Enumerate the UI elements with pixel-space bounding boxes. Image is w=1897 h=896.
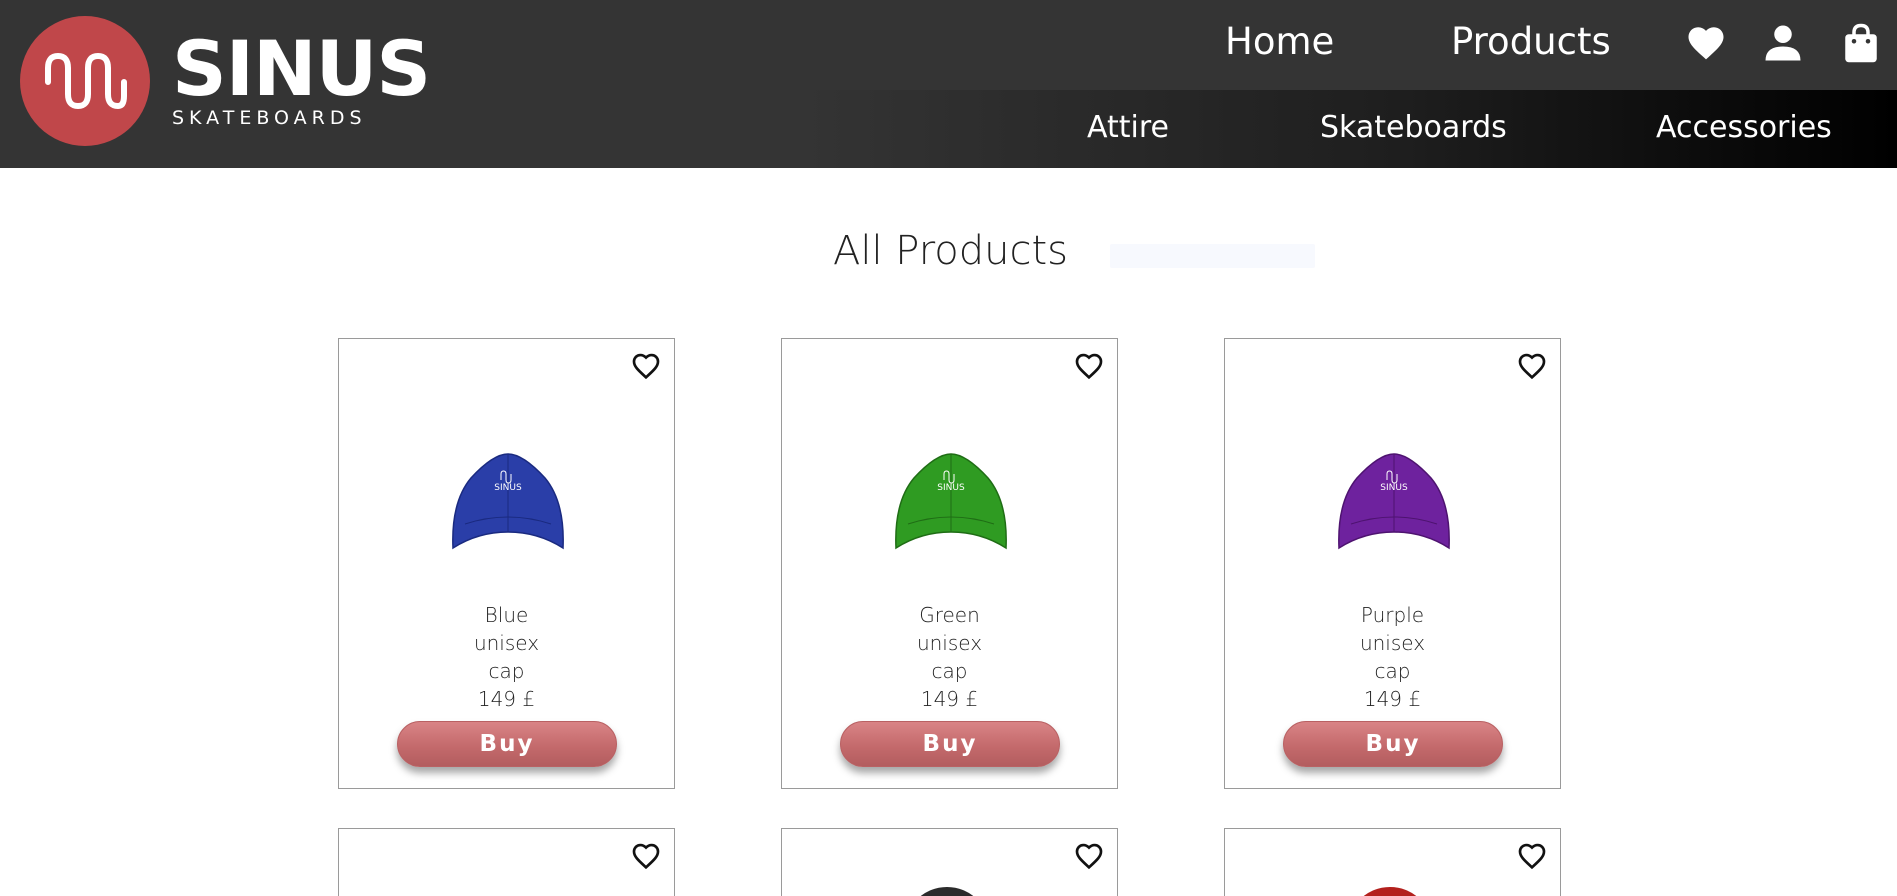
favorite-heart-icon[interactable] (629, 350, 663, 382)
product-price: 149 £ (920, 687, 979, 711)
product-price: 149 £ (1363, 687, 1422, 711)
product-card: SINUS Purple unisex cap 149 £ Buy (1224, 338, 1561, 789)
svg-text:SINUS: SINUS (494, 483, 522, 493)
purple-cap-image: SINUS (1338, 453, 1450, 550)
buy-button[interactable]: Buy (840, 721, 1060, 767)
black-cap-image (920, 887, 974, 896)
nav-accessories-link[interactable]: Accessories (1656, 110, 1832, 145)
nav-attire-link[interactable]: Attire (1087, 110, 1169, 145)
product-card (1224, 828, 1561, 896)
product-card (781, 828, 1118, 896)
brand-text: SINUS SKATEBOARDS (172, 24, 431, 130)
buy-button[interactable]: Buy (397, 721, 617, 767)
heart-icon[interactable] (1685, 22, 1727, 64)
nav-skateboards-link[interactable]: Skateboards (1320, 110, 1507, 145)
product-name-line: cap (488, 659, 525, 683)
buy-button[interactable]: Buy (1283, 721, 1503, 767)
product-card (338, 828, 675, 896)
product-name-line: unisex (473, 631, 540, 655)
brand-name: SINUS (172, 24, 431, 113)
product-card: SINUS Green unisex cap 149 £ Buy (781, 338, 1118, 789)
svg-text:SINUS: SINUS (1380, 483, 1408, 493)
product-info: Blue unisex cap 149 £ (339, 601, 674, 713)
favorite-heart-icon[interactable] (1072, 350, 1106, 382)
favorite-heart-icon[interactable] (1072, 840, 1106, 872)
svg-text:SINUS: SINUS (937, 483, 965, 493)
blue-cap-image: SINUS (452, 453, 564, 550)
favorite-heart-icon[interactable] (1515, 840, 1549, 872)
product-name-line: Purple (1360, 603, 1425, 627)
product-card: SINUS Blue unisex cap 149 £ Buy (338, 338, 675, 789)
page-title: All Products (832, 228, 1069, 274)
shopping-bag-icon[interactable] (1840, 22, 1882, 64)
product-info: Purple unisex cap 149 £ (1225, 601, 1560, 713)
product-name-line: cap (1374, 659, 1411, 683)
product-price: 149 £ (477, 687, 536, 711)
faded-overlay (1110, 244, 1315, 268)
site-header: SINUS SKATEBOARDS Home Products Attire S… (0, 0, 1897, 168)
favorite-heart-icon[interactable] (1515, 350, 1549, 382)
brand-tagline: SKATEBOARDS (172, 107, 367, 129)
product-name-line: Blue (484, 603, 529, 627)
nav-home-link[interactable]: Home (1225, 20, 1334, 63)
product-name-line: unisex (916, 631, 983, 655)
product-name-line: unisex (1359, 631, 1426, 655)
product-name-line: Green (919, 603, 980, 627)
green-cap-image: SINUS (895, 453, 1007, 550)
nav-products-link[interactable]: Products (1451, 20, 1611, 63)
product-name-line: cap (931, 659, 968, 683)
favorite-heart-icon[interactable] (629, 840, 663, 872)
brand-logo[interactable]: SINUS SKATEBOARDS (20, 15, 431, 147)
sinus-wave-icon (20, 16, 150, 146)
product-info: Green unisex cap 149 £ (782, 601, 1117, 713)
user-icon[interactable] (1762, 22, 1804, 64)
red-cap-image (1363, 887, 1417, 896)
